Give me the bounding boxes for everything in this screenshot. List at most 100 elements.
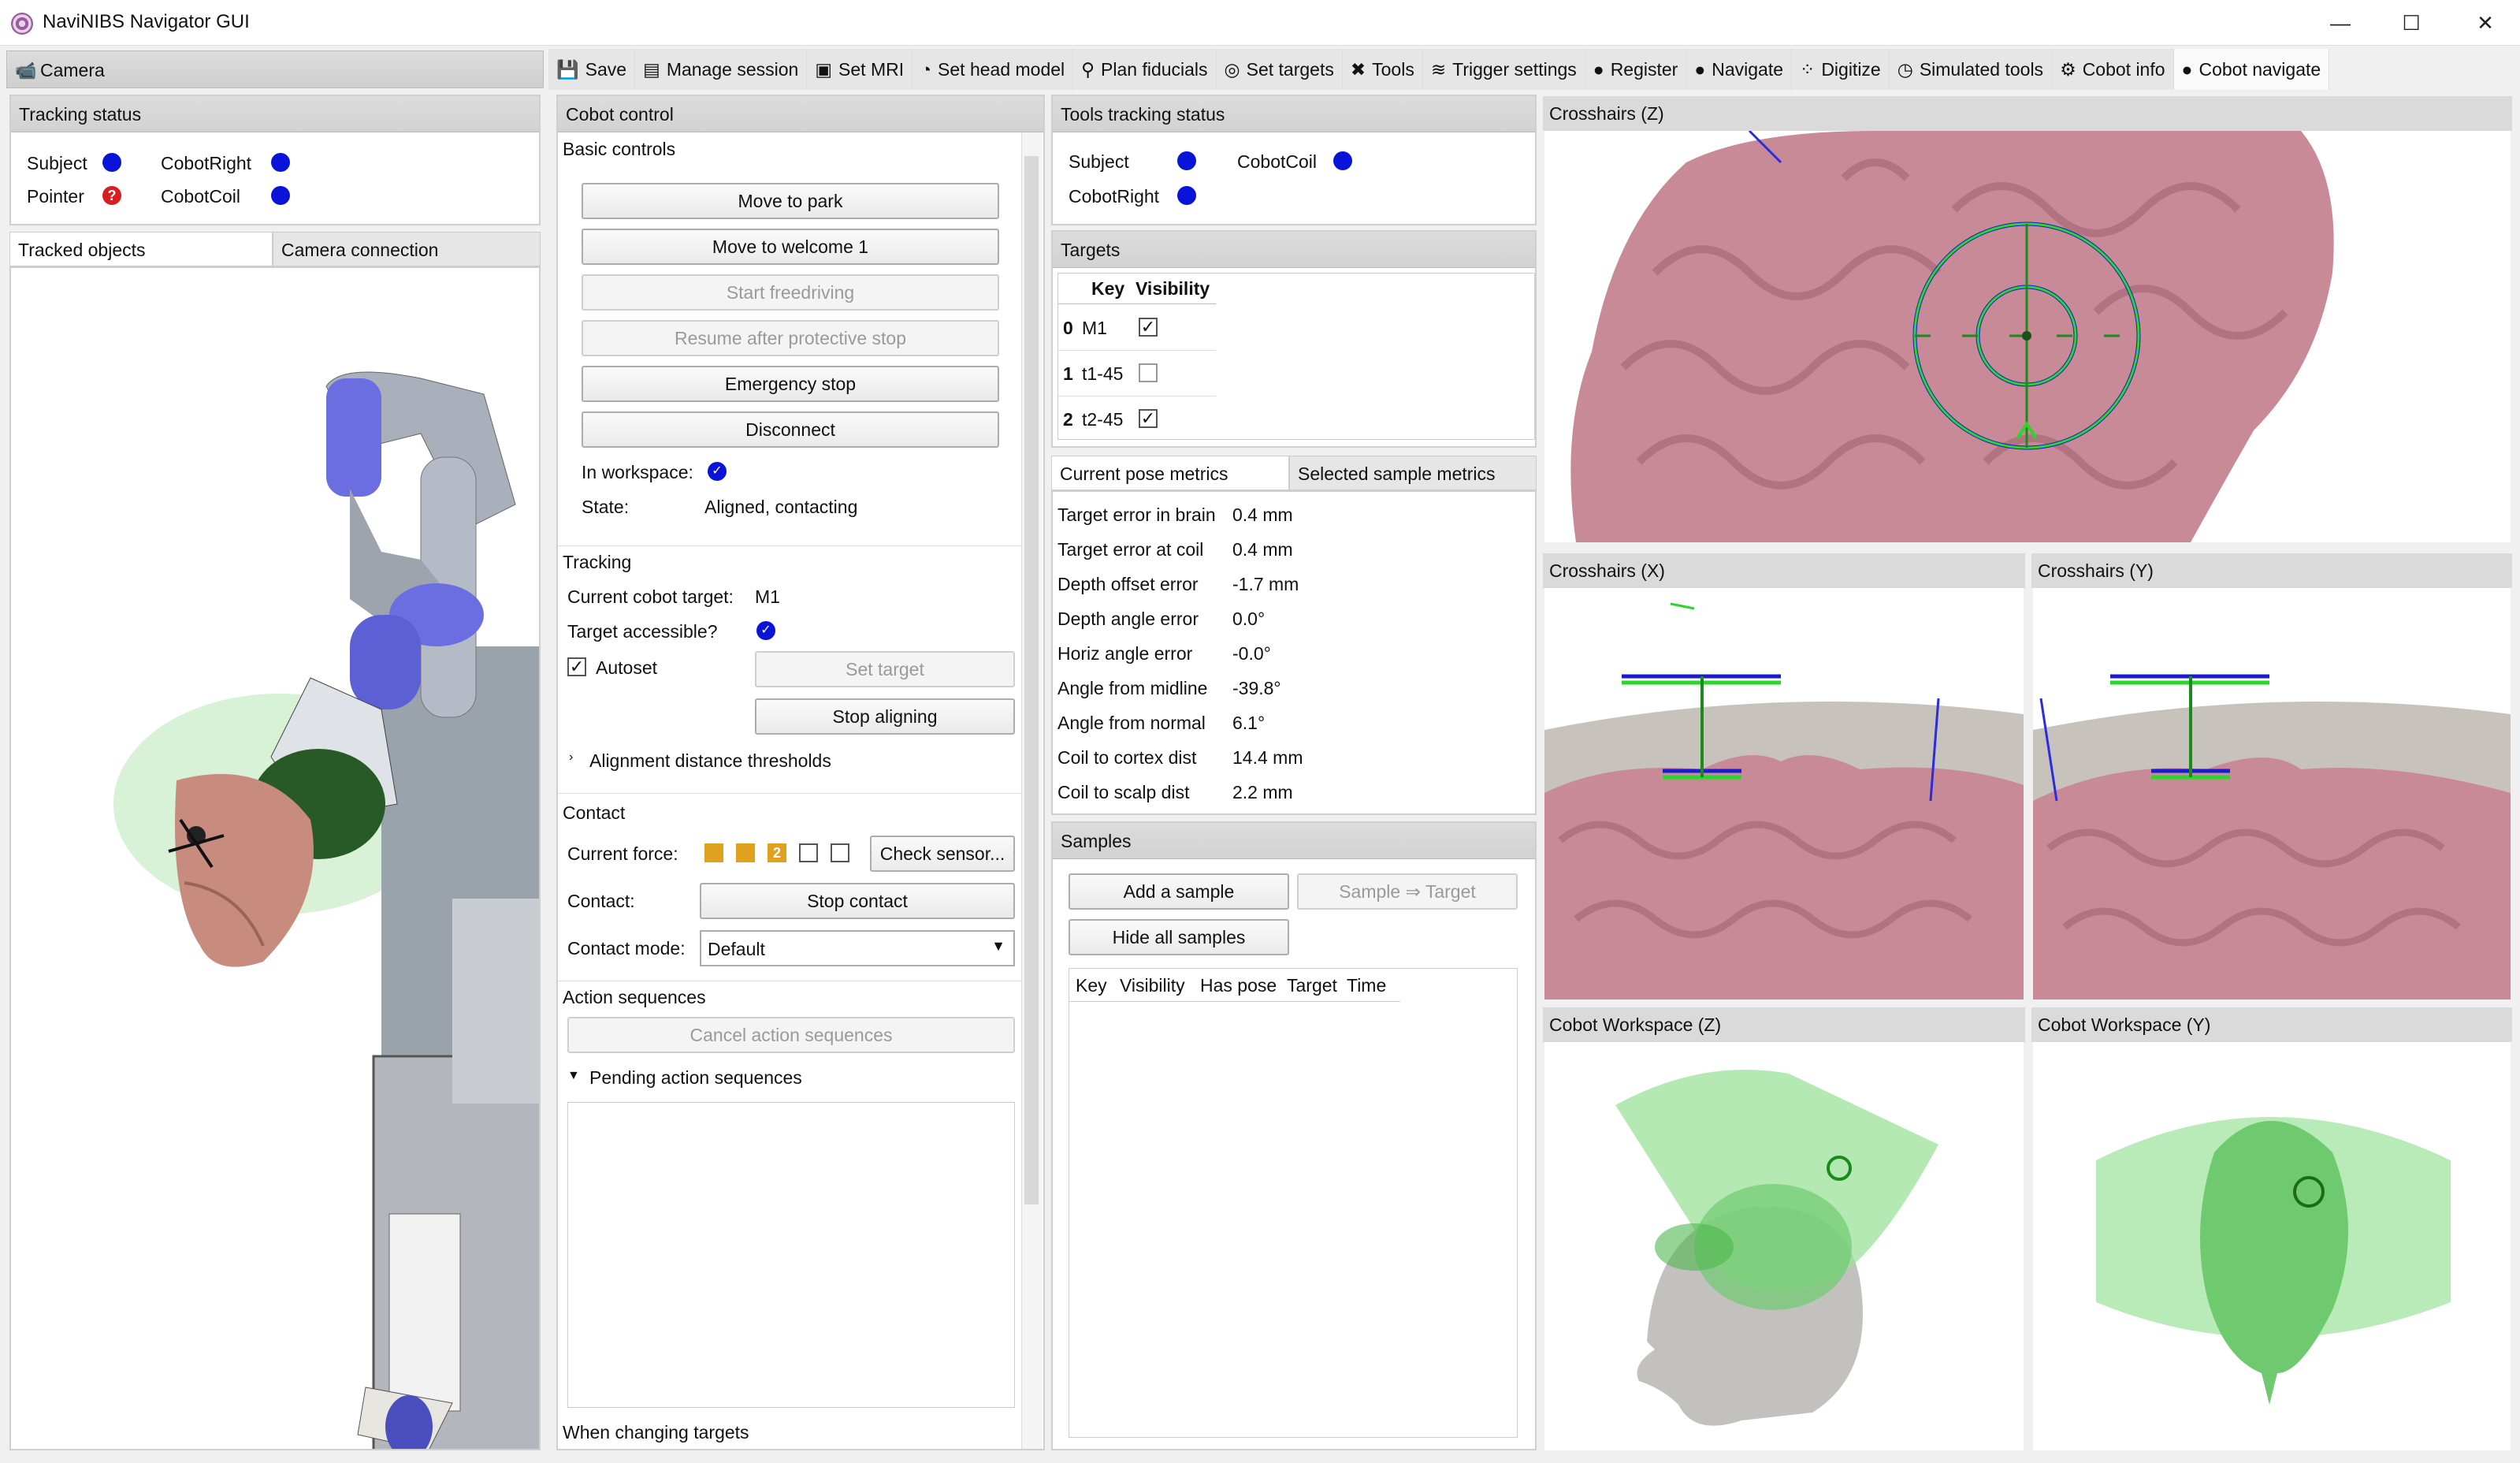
tab-navigate[interactable]: ● Navigate bbox=[1686, 49, 1793, 90]
main-tab-bar: 💾 Save ▤ Manage session ▣ Set MRI ◔ Set head… bbox=[548, 49, 2520, 90]
targets-title: Targets bbox=[1053, 232, 1535, 268]
workspace-z-title: Cobot Workspace (Z) bbox=[1543, 1007, 2025, 1042]
tab-set-head-model[interactable]: ◔ Set head model bbox=[912, 49, 1074, 90]
basic-controls-heading: Basic controls bbox=[563, 139, 676, 159]
tool-dot-subject bbox=[1177, 151, 1196, 170]
table-row[interactable]: 2 t2-45 ✓ bbox=[1058, 396, 1216, 439]
tab-simulated-tools[interactable]: ◷ Simulated tools bbox=[1889, 49, 2053, 90]
start-freedriving-button[interactable]: Start freedriving bbox=[582, 274, 999, 311]
metric-label: Depth offset error bbox=[1057, 574, 1199, 594]
contact-mode-label: Contact mode: bbox=[567, 938, 686, 959]
visibility-checkbox[interactable]: ✓ bbox=[1139, 409, 1158, 428]
metric-row: Coil to scalp dist 2.2 mm bbox=[1057, 777, 1530, 809]
tracking-label-cobotcoil: CobotCoil bbox=[161, 186, 240, 207]
samples-header-visibility[interactable]: Visibility bbox=[1120, 975, 1185, 996]
visibility-checkbox[interactable]: ✓ bbox=[1139, 318, 1158, 337]
tab-set-mri[interactable]: ▣ Set MRI bbox=[807, 49, 913, 90]
targets-panel: Targets Key Visibility 0 M1 ✓ 1 t1-45 2 … bbox=[1051, 230, 1537, 448]
set-target-button[interactable]: Set target bbox=[755, 651, 1015, 687]
tab-cobot-info[interactable]: ⚙ Cobot info bbox=[2052, 49, 2174, 90]
camera-3d-view[interactable] bbox=[9, 266, 541, 1450]
metric-value: 2.2 mm bbox=[1232, 782, 1293, 802]
disconnect-button[interactable]: Disconnect bbox=[582, 411, 999, 448]
target-key: M1 bbox=[1082, 318, 1107, 338]
metric-row: Horiz angle error -0.0° bbox=[1057, 638, 1530, 670]
alignment-thresholds-toggle[interactable]: Alignment distance thresholds bbox=[589, 750, 831, 772]
move-to-park-button[interactable]: Move to park bbox=[582, 183, 999, 219]
tab-register[interactable]: ● Register bbox=[1585, 49, 1687, 90]
register-icon: ● bbox=[1593, 59, 1604, 80]
emergency-stop-button[interactable]: Emergency stop bbox=[582, 366, 999, 402]
tab-save[interactable]: 💾 Save bbox=[548, 49, 636, 90]
expand-arrow-icon[interactable]: › bbox=[569, 750, 573, 765]
tracking-status-panel: Tracking status Subject CobotRight Point… bbox=[9, 95, 541, 225]
metric-row: Depth angle error 0.0° bbox=[1057, 604, 1530, 635]
crosshairs-x-title: Crosshairs (X) bbox=[1543, 553, 2025, 588]
tools-tracking-title: Tools tracking status bbox=[1053, 96, 1535, 132]
crosshairs-x-view[interactable] bbox=[1544, 588, 2024, 1000]
workspace-y-view[interactable] bbox=[2033, 1042, 2511, 1450]
stop-contact-button[interactable]: Stop contact bbox=[700, 883, 1015, 919]
samples-table[interactable]: Key Visibility Has pose Target Time bbox=[1069, 968, 1518, 1438]
tab-plan-fiducials[interactable]: ⚲ Plan fiducials bbox=[1073, 49, 1217, 90]
metric-value: 0.4 mm bbox=[1232, 539, 1293, 560]
status-dot-pointer-error: ? bbox=[102, 186, 121, 205]
workspace-z-view[interactable] bbox=[1544, 1042, 2024, 1450]
check-sensor-button[interactable]: Check sensor... bbox=[870, 836, 1015, 872]
camera-icon: 📹 bbox=[15, 61, 37, 80]
pending-sequences-toggle[interactable]: Pending action sequences bbox=[589, 1067, 802, 1089]
table-row[interactable]: 0 M1 ✓ bbox=[1058, 305, 1216, 351]
target-accessible-check-icon: ✓ bbox=[756, 621, 775, 640]
close-button[interactable]: ✕ bbox=[2462, 8, 2509, 38]
contact-label: Contact: bbox=[567, 891, 635, 911]
samples-header-time[interactable]: Time bbox=[1347, 975, 1386, 996]
tab-cobot-navigate[interactable]: ● Cobot navigate bbox=[2173, 49, 2330, 90]
move-to-welcome-button[interactable]: Move to welcome 1 bbox=[582, 229, 999, 265]
metric-value: 0.0° bbox=[1232, 609, 1266, 629]
samples-header-key[interactable]: Key bbox=[1076, 975, 1107, 996]
cancel-action-sequences-button[interactable]: Cancel action sequences bbox=[567, 1017, 1015, 1053]
tools-icon: ✖ bbox=[1350, 59, 1366, 80]
tab-camera-connection[interactable]: Camera connection bbox=[273, 232, 541, 266]
tab-manage-session[interactable]: ▤ Manage session bbox=[635, 49, 808, 90]
navigate-icon: ● bbox=[1694, 59, 1706, 80]
workspace-y-render bbox=[2096, 1117, 2451, 1405]
visibility-checkbox[interactable] bbox=[1139, 363, 1158, 382]
maximize-button[interactable]: ☐ bbox=[2388, 8, 2435, 38]
status-dot-cobotcoil bbox=[271, 186, 290, 205]
scrollbar-thumb[interactable] bbox=[1024, 156, 1039, 1204]
in-workspace-label: In workspace: bbox=[582, 462, 693, 482]
tool-dot-cobotcoil bbox=[1333, 151, 1352, 170]
pending-sequences-list[interactable] bbox=[567, 1102, 1015, 1408]
state-label: State: bbox=[582, 497, 630, 517]
tracking-label-pointer: Pointer bbox=[27, 186, 84, 207]
autoset-checkbox[interactable]: ✓ bbox=[567, 657, 586, 676]
tab-tools[interactable]: ✖ Tools bbox=[1342, 49, 1423, 90]
tab-tracked-objects[interactable]: Tracked objects bbox=[9, 232, 273, 266]
tab-selected-sample-metrics[interactable]: Selected sample metrics bbox=[1289, 456, 1537, 490]
minimize-button[interactable]: — bbox=[2317, 8, 2364, 38]
metric-label: Angle from normal bbox=[1057, 713, 1206, 733]
samples-header-row: Key Visibility Has pose Target Time bbox=[1069, 969, 1400, 1002]
resume-protective-stop-button[interactable]: Resume after protective stop bbox=[582, 320, 999, 356]
add-sample-button[interactable]: Add a sample bbox=[1069, 873, 1289, 910]
hide-all-samples-button[interactable]: Hide all samples bbox=[1069, 919, 1289, 955]
crosshairs-y-view[interactable] bbox=[2033, 588, 2511, 1000]
tab-trigger-settings[interactable]: ≋ Trigger settings bbox=[1422, 49, 1585, 90]
targets-table: Key Visibility 0 M1 ✓ 1 t1-45 2 t2-45 ✓ bbox=[1057, 273, 1535, 440]
cobot-panel-scrollbar[interactable] bbox=[1021, 132, 1042, 1449]
samples-header-has-pose[interactable]: Has pose bbox=[1200, 975, 1277, 996]
crosshairs-z-view[interactable] bbox=[1544, 131, 2511, 542]
target-key: t2-45 bbox=[1082, 409, 1124, 430]
force-indicator-3: 2 bbox=[768, 843, 786, 862]
table-row[interactable]: 1 t1-45 bbox=[1058, 351, 1216, 396]
tab-current-pose-metrics[interactable]: Current pose metrics bbox=[1051, 456, 1289, 490]
metric-row: Target error in brain 0.4 mm bbox=[1057, 500, 1530, 531]
stop-aligning-button[interactable]: Stop aligning bbox=[755, 698, 1015, 735]
contact-mode-select[interactable]: Default ▼ bbox=[700, 930, 1015, 966]
tab-set-targets[interactable]: ◎ Set targets bbox=[1216, 49, 1343, 90]
collapse-arrow-icon[interactable]: ▼ bbox=[567, 1069, 580, 1083]
tab-digitize[interactable]: ⁘ Digitize bbox=[1792, 49, 1890, 90]
samples-header-target[interactable]: Target bbox=[1287, 975, 1337, 996]
sample-to-target-button[interactable]: Sample ⇒ Target bbox=[1297, 873, 1518, 910]
